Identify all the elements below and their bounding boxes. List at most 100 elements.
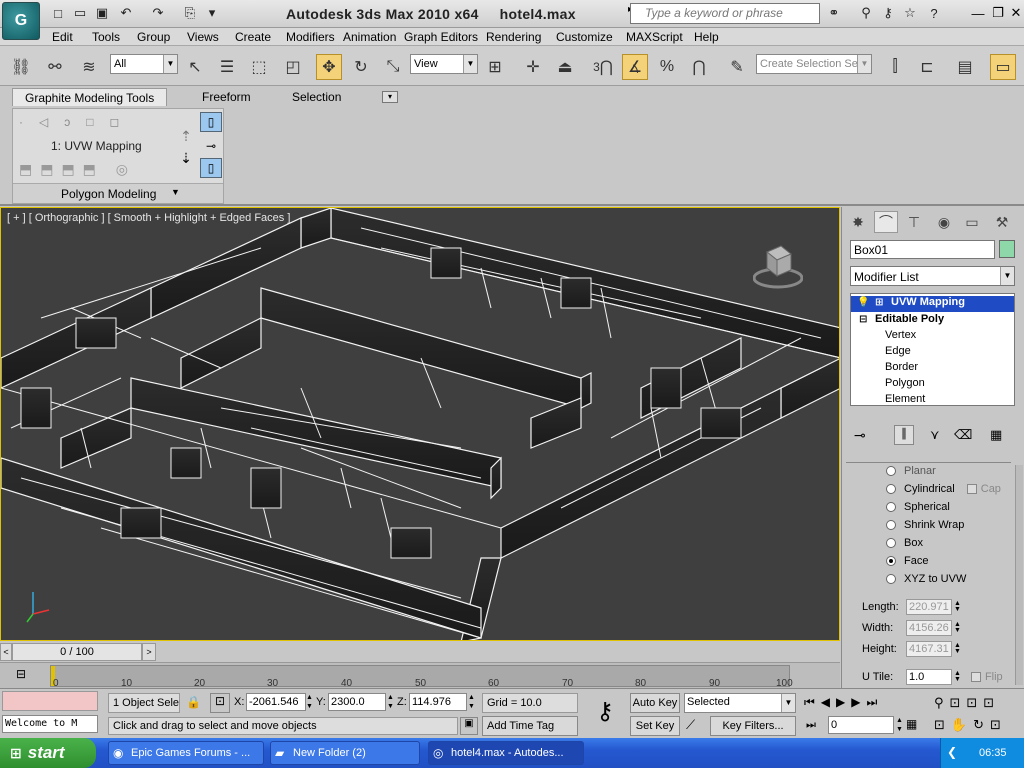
width-input[interactable]: 4156.26 bbox=[906, 620, 952, 636]
create-tab-icon[interactable]: ✸ bbox=[846, 211, 870, 233]
time-configuration-icon[interactable]: ▦ bbox=[906, 717, 924, 735]
menu-help[interactable]: Help bbox=[694, 30, 719, 44]
restore-icon[interactable]: ❐ bbox=[988, 4, 1008, 22]
add-time-tag-button[interactable]: Add Time Tag bbox=[482, 716, 578, 736]
undo-icon[interactable]: ↶ bbox=[116, 4, 136, 22]
utilities-tab-icon[interactable]: ⚒ bbox=[990, 211, 1014, 233]
make-unique-icon[interactable]: ⋎ bbox=[930, 427, 940, 443]
stack-down-icon[interactable]: ⇣ bbox=[176, 148, 196, 168]
tab-freeform[interactable]: Freeform bbox=[190, 88, 263, 106]
new-file-icon[interactable]: □ bbox=[48, 4, 68, 22]
pin-stack-icon[interactable]: ⊸ bbox=[854, 427, 866, 444]
mapping-face-option[interactable]: Face bbox=[886, 555, 928, 567]
mirror-icon[interactable]: ⫿ bbox=[882, 54, 908, 80]
project-folder-icon[interactable]: ⎘ bbox=[180, 4, 200, 22]
x-coordinate-field[interactable]: -2061.546 bbox=[246, 693, 306, 711]
keyboard-shortcut-override-icon[interactable]: ⏏ bbox=[552, 54, 578, 80]
tray-expand-icon[interactable]: ❮ bbox=[947, 745, 957, 759]
playback-controls[interactable]: ⏮◀▶▶⏭ bbox=[804, 695, 883, 710]
named-selection-set-dropdown[interactable]: Create Selection Se ▼ bbox=[756, 54, 872, 74]
selection-lock-icon[interactable]: 🔒 bbox=[186, 695, 201, 709]
length-input[interactable]: 220.971 bbox=[906, 599, 952, 615]
perspective-viewport[interactable]: [ + ] [ Orthographic ] [ Smooth + Highli… bbox=[0, 207, 840, 641]
spinner-icon[interactable]: ▲ ▼ bbox=[468, 693, 475, 711]
align-icon[interactable]: ⊏ bbox=[914, 54, 940, 80]
stack-item-polygon[interactable]: Polygon bbox=[851, 377, 1014, 393]
object-name-field[interactable]: Box01 bbox=[850, 240, 995, 259]
favorites-star-icon[interactable]: ☆ bbox=[900, 4, 920, 22]
key-mode-dropdown[interactable]: Selected ▼ bbox=[684, 693, 796, 713]
minimize-icon[interactable]: — bbox=[968, 4, 988, 22]
spinner-icon[interactable]: ▲ ▼ bbox=[387, 693, 394, 711]
select-and-rotate-icon[interactable]: ↻ bbox=[348, 54, 374, 80]
key-mode-toggle-icon[interactable]: ⏭ bbox=[806, 719, 816, 732]
remove-modifier-icon[interactable]: ⌫ bbox=[954, 427, 972, 443]
lightbulb-icon[interactable]: 💡 bbox=[857, 297, 869, 308]
set-key-icon[interactable]: ⚷ bbox=[586, 697, 624, 731]
time-tag-icon[interactable]: ▣ bbox=[460, 717, 478, 735]
object-color-swatch[interactable] bbox=[999, 240, 1015, 258]
open-file-icon[interactable]: ▭ bbox=[70, 4, 90, 22]
menu-animation[interactable]: Animation bbox=[343, 30, 396, 44]
stack-item-edge[interactable]: Edge bbox=[851, 345, 1014, 361]
mapping-planar-option[interactable]: Planar bbox=[886, 465, 936, 477]
pivot-center-icon[interactable]: ⊞ bbox=[482, 54, 508, 80]
select-manipulate-icon[interactable]: ✛ bbox=[520, 54, 546, 80]
spinner-icon[interactable]: ▲ ▼ bbox=[954, 600, 961, 613]
viewport-nav-top[interactable]: ⚲⊡⊡⊡ bbox=[934, 695, 1000, 711]
absolute-mode-icon[interactable]: ⊡ bbox=[210, 693, 230, 713]
graphite-modeling-toggle-icon[interactable]: ▭ bbox=[990, 54, 1016, 80]
menu-modifiers[interactable]: Modifiers bbox=[286, 30, 335, 44]
track-bar[interactable]: ⊟ 0 10 20 30 40 50 60 70 80 90 100 bbox=[0, 662, 840, 689]
clock[interactable]: 06:35 bbox=[979, 747, 1007, 759]
taskbar-item-3dsmax[interactable]: ◎ hotel4.max - Autodes... bbox=[428, 741, 584, 765]
hotel-wireframe-model[interactable] bbox=[1, 208, 840, 641]
stack-item-vertex[interactable]: Vertex bbox=[851, 329, 1014, 345]
layer-manager-icon[interactable]: ▤ bbox=[952, 54, 978, 80]
mapping-box-option[interactable]: Box bbox=[886, 537, 923, 549]
expand-plus-icon[interactable]: ⊞ bbox=[875, 297, 883, 308]
modeling-tool-icons[interactable]: ⬒⬒⬒⬒ ◎ bbox=[19, 161, 136, 178]
spinner-icon[interactable]: ▲ ▼ bbox=[954, 621, 961, 634]
time-slider-thumb[interactable]: 0 / 100 bbox=[12, 643, 142, 661]
select-object-icon[interactable]: ↖ bbox=[182, 54, 208, 80]
display-tab-icon[interactable]: ▭ bbox=[960, 211, 984, 233]
show-end-result-icon[interactable]: ▯ bbox=[200, 112, 222, 132]
select-and-link-icon[interactable]: ⛓ bbox=[8, 54, 34, 80]
rollout-scrollbar[interactable] bbox=[1015, 465, 1023, 685]
stack-item-editable-poly[interactable]: ⊟ Editable Poly bbox=[851, 313, 1014, 329]
maxscript-mini-listener[interactable]: Welcome to M bbox=[2, 715, 98, 733]
viewport-label[interactable]: [ + ] [ Orthographic ] [ Smooth + Highli… bbox=[7, 212, 290, 224]
selection-filter-dropdown[interactable]: All ▼ bbox=[110, 54, 178, 74]
bind-to-space-warp-icon[interactable]: ≋ bbox=[76, 54, 102, 80]
preserve-uvs-icon[interactable]: ▯ bbox=[200, 158, 222, 178]
mapping-spherical-option[interactable]: Spherical bbox=[886, 501, 950, 513]
set-key-button[interactable]: Set Key bbox=[630, 716, 680, 736]
modifier-list-dropdown[interactable]: Modifier List ▼ bbox=[850, 266, 1015, 286]
taskbar-item-firefox[interactable]: ◉ Epic Games Forums - ... bbox=[108, 741, 264, 765]
spinner-icon[interactable]: ▲ ▼ bbox=[896, 716, 903, 734]
height-input[interactable]: 4167.31 bbox=[906, 641, 952, 657]
modify-tab-icon[interactable]: ⌒ bbox=[874, 211, 898, 233]
key-filters-button[interactable]: Key Filters... bbox=[710, 716, 796, 736]
collapse-minus-icon[interactable]: ⊟ bbox=[859, 314, 867, 325]
menu-graph-editors[interactable]: Graph Editors bbox=[404, 30, 478, 44]
spinner-icon[interactable]: ▲ ▼ bbox=[954, 670, 961, 683]
close-icon[interactable]: ✕ bbox=[1006, 4, 1024, 22]
quick-access-dropdown-icon[interactable]: ▾ bbox=[202, 4, 222, 22]
snaps-toggle-icon[interactable]: 3 ⋂ bbox=[590, 54, 616, 80]
current-frame-field[interactable]: 0 bbox=[828, 716, 894, 734]
help-icon[interactable]: ? bbox=[924, 4, 944, 22]
time-prev-icon[interactable]: < bbox=[0, 643, 12, 661]
menu-rendering[interactable]: Rendering bbox=[486, 30, 541, 44]
redo-icon[interactable]: ↷ bbox=[148, 4, 168, 22]
taskbar-item-folder[interactable]: ▰ New Folder (2) bbox=[270, 741, 420, 765]
percent-snap-icon[interactable]: % bbox=[654, 54, 680, 80]
app-logo-icon[interactable]: G bbox=[2, 2, 40, 40]
panel-expand-icon[interactable]: ▼ bbox=[171, 187, 180, 197]
menu-group[interactable]: Group bbox=[137, 30, 170, 44]
y-coordinate-field[interactable]: 2300.0 bbox=[328, 693, 386, 711]
tab-graphite-modeling-tools[interactable]: Graphite Modeling Tools bbox=[12, 88, 168, 106]
menu-create[interactable]: Create bbox=[235, 30, 271, 44]
auto-key-button[interactable]: Auto Key bbox=[630, 693, 680, 713]
